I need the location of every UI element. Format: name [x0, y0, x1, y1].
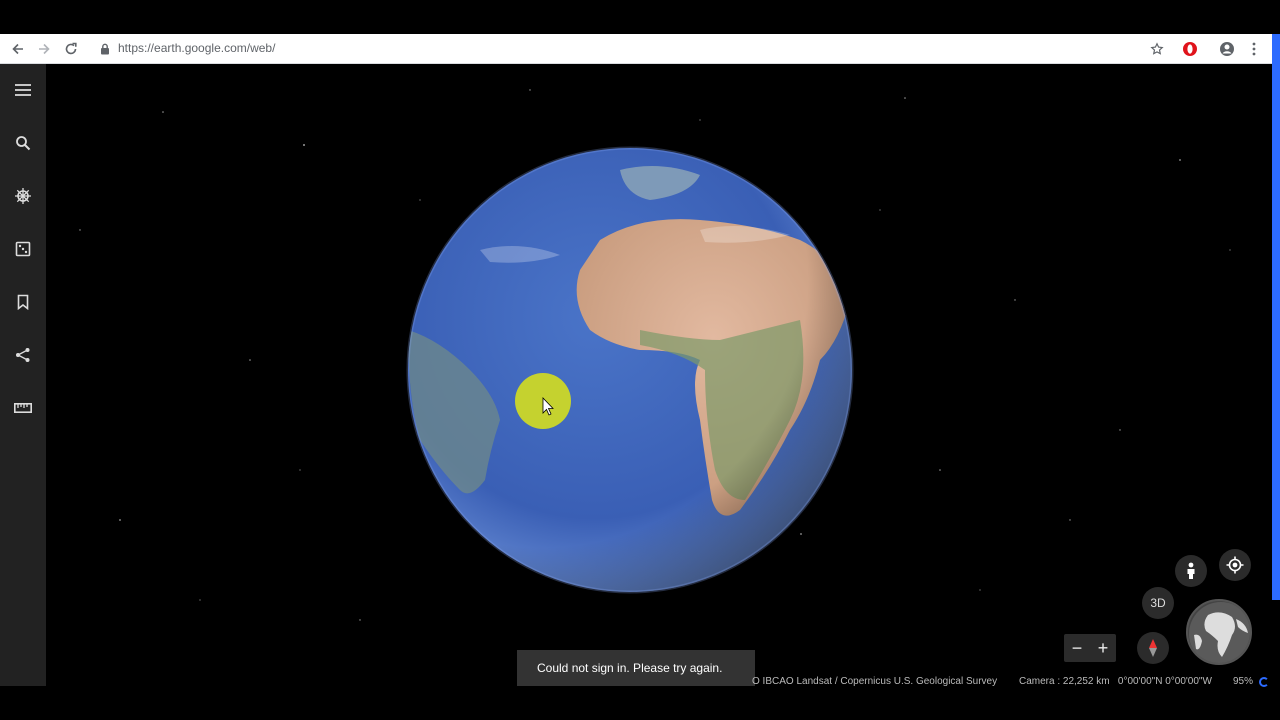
- view-3d-button[interactable]: 3D: [1142, 587, 1174, 619]
- my-location-icon[interactable]: [1219, 549, 1251, 581]
- loading-spinner-icon: [1259, 677, 1269, 687]
- mini-globe-map[interactable]: [1186, 599, 1252, 665]
- camera-readout: Camera : 22,252 km 0°00'00"N 0°00'00"W: [1019, 676, 1212, 687]
- zoom-controls: − +: [1064, 634, 1116, 662]
- kebab-menu-icon[interactable]: [1245, 40, 1263, 58]
- reload-icon[interactable]: [62, 40, 80, 58]
- bookmark-icon[interactable]: [11, 290, 35, 314]
- ruler-icon[interactable]: [11, 396, 35, 420]
- lock-icon: [96, 40, 114, 58]
- zoom-in-button[interactable]: +: [1090, 634, 1116, 662]
- opera-icon[interactable]: [1181, 40, 1199, 58]
- error-toast: Could not sign in. Please try again.: [517, 650, 755, 686]
- forward-icon[interactable]: [35, 40, 53, 58]
- attribution-text[interactable]: O IBCAO Landsat / Copernicus U.S. Geolog…: [752, 676, 997, 687]
- url-bar[interactable]: https://earth.google.com/web/: [118, 41, 275, 55]
- dice-icon[interactable]: [11, 237, 35, 261]
- pegman-icon[interactable]: [1175, 555, 1207, 587]
- bottom-band: [0, 686, 1280, 720]
- account-icon[interactable]: [1218, 40, 1236, 58]
- globe-viewport[interactable]: [46, 64, 1272, 686]
- screen: https://earth.google.com/web/ 3D − + Cou…: [0, 0, 1280, 720]
- hamburger-icon[interactable]: [11, 78, 35, 102]
- left-rail: [0, 64, 47, 686]
- share-icon[interactable]: [11, 343, 35, 367]
- search-icon[interactable]: [11, 131, 35, 155]
- loading-percent: 95%: [1233, 676, 1254, 687]
- browser-toolbar: https://earth.google.com/web/: [0, 34, 1280, 64]
- compass-icon[interactable]: [1137, 632, 1169, 664]
- page-scrollbar[interactable]: [1272, 34, 1280, 600]
- voyager-wheel-icon[interactable]: [11, 184, 35, 208]
- earth-globe[interactable]: [406, 146, 854, 594]
- back-icon[interactable]: [9, 40, 27, 58]
- zoom-out-button[interactable]: −: [1064, 634, 1090, 662]
- star-icon[interactable]: [1148, 40, 1166, 58]
